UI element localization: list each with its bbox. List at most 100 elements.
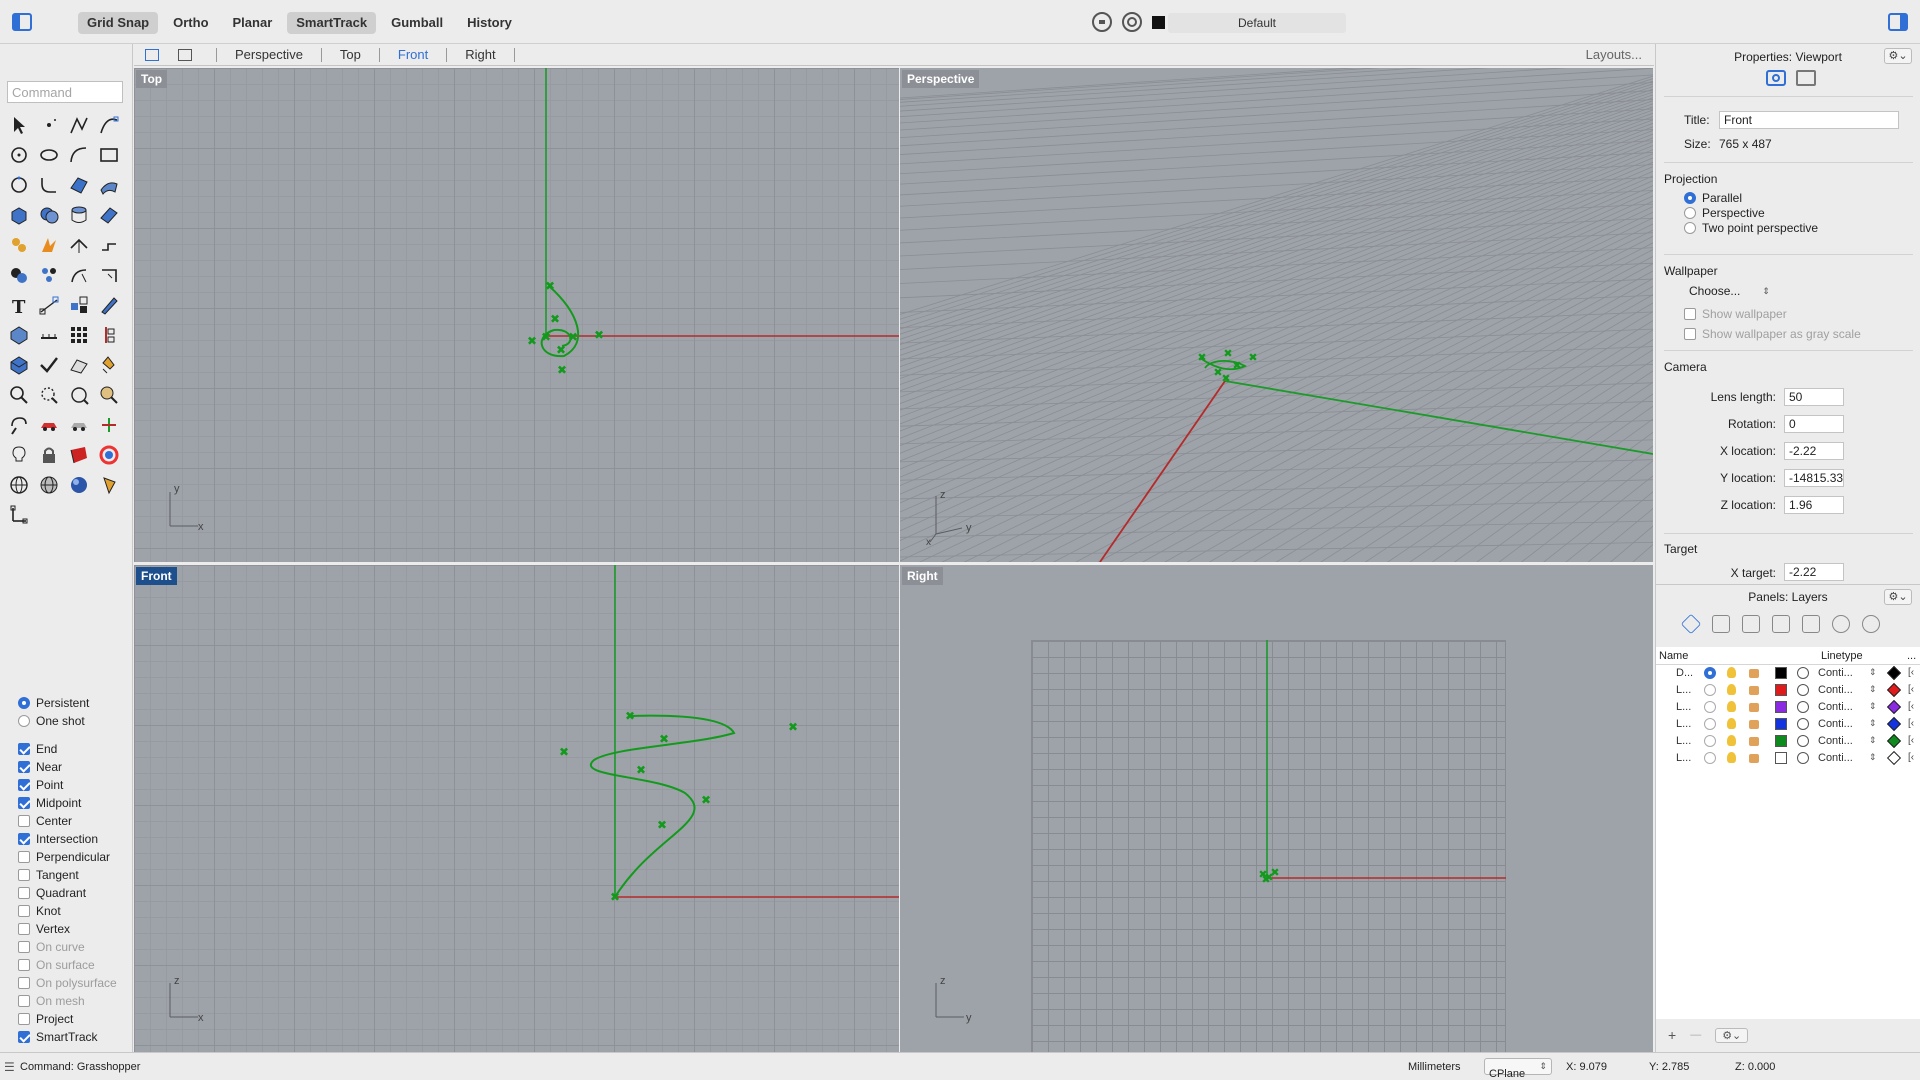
osnap-checkbox[interactable] <box>18 797 30 809</box>
ruler-icon[interactable] <box>34 320 64 350</box>
osnap-item-near[interactable]: Near <box>0 758 133 776</box>
lock-icon[interactable] <box>1749 754 1759 763</box>
osnap-item-on-polysurface[interactable]: On polysurface <box>0 974 133 992</box>
layer-color-swatch[interactable] <box>1152 15 1165 29</box>
layer-current-radio[interactable] <box>1704 735 1716 747</box>
surface-box-icon[interactable] <box>4 320 34 350</box>
sphere-grid-icon[interactable] <box>34 470 64 500</box>
osnap-item-center[interactable]: Center <box>0 812 133 830</box>
lock-icon[interactable] <box>1749 737 1759 746</box>
osnap-mode-radio[interactable] <box>18 697 30 709</box>
osnap-item-vertex[interactable]: Vertex <box>0 920 133 938</box>
osnap-checkbox[interactable] <box>18 743 30 755</box>
sphere-shaded-icon[interactable] <box>64 470 94 500</box>
offset-icon[interactable] <box>94 230 124 260</box>
mode-planar-button[interactable]: Planar <box>224 12 282 34</box>
lock-icon[interactable] <box>1749 703 1759 712</box>
osnap-checkbox[interactable] <box>18 977 30 989</box>
trim-icon[interactable] <box>94 260 124 290</box>
wallpaper-choose-select[interactable]: Choose... ⇕ <box>1689 284 1770 298</box>
print-color-diamond-icon[interactable] <box>1886 682 1902 698</box>
lock-icon[interactable] <box>34 440 64 470</box>
zoom-window-icon[interactable] <box>34 380 64 410</box>
print-color-diamond-icon[interactable] <box>1886 665 1902 681</box>
osnap-item-midpoint[interactable]: Midpoint <box>0 794 133 812</box>
lock-icon[interactable] <box>1749 686 1759 695</box>
light-bulb-icon[interactable] <box>1727 701 1736 712</box>
extrude-surface-icon[interactable] <box>94 200 124 230</box>
gumball-pin-icon[interactable] <box>1092 12 1112 32</box>
osnap-mode-one-shot[interactable]: One shot <box>0 712 133 730</box>
light-bulb-icon[interactable] <box>1727 718 1736 729</box>
mode-gumball-button[interactable]: Gumball <box>382 12 452 34</box>
split-curve-icon[interactable] <box>64 230 94 260</box>
layer-name[interactable]: L... <box>1676 701 1691 713</box>
projection-two-point-perspective[interactable]: Two point perspective <box>1684 221 1818 235</box>
gumball-small-icon[interactable] <box>94 410 124 440</box>
layer-color-swatch[interactable] <box>1775 752 1787 764</box>
display-tab-icon[interactable] <box>1802 615 1820 633</box>
osnap-item-on-surface[interactable]: On surface <box>0 956 133 974</box>
layer-row[interactable]: L... Conti... ⇕ [‹ <box>1656 716 1920 733</box>
pen-cone-icon[interactable] <box>94 470 124 500</box>
add-layer-button[interactable]: + <box>1668 1027 1676 1043</box>
car-alt-icon[interactable] <box>64 410 94 440</box>
osnap-item-perpendicular[interactable]: Perpendicular <box>0 848 133 866</box>
layers-gear-button[interactable]: ⚙⌄ <box>1884 589 1912 605</box>
osnap-checkbox[interactable] <box>18 887 30 899</box>
polycut-icon[interactable] <box>34 260 64 290</box>
osnap-mode-radio[interactable] <box>18 715 30 727</box>
osnap-checkbox[interactable] <box>18 761 30 773</box>
layer-name[interactable]: D... <box>1676 667 1693 679</box>
mode-ortho-button[interactable]: Ortho <box>164 12 217 34</box>
osnap-checkbox[interactable] <box>18 779 30 791</box>
car-icon[interactable] <box>34 410 64 440</box>
osnap-item-on-curve[interactable]: On curve <box>0 938 133 956</box>
layer-color-swatch[interactable] <box>1775 718 1787 730</box>
lock-icon[interactable] <box>1749 669 1759 678</box>
layer-current-radio[interactable] <box>1704 701 1716 713</box>
viewport-frame-icon[interactable] <box>1796 70 1816 86</box>
light-bulb-icon[interactable] <box>1727 667 1736 678</box>
camera-x-location-field[interactable]: -2.22 <box>1784 442 1844 460</box>
command-history-icon[interactable]: ☰ <box>4 1060 15 1074</box>
layer-color-swatch[interactable] <box>1775 701 1787 713</box>
box-icon[interactable] <box>4 200 34 230</box>
layer-row[interactable]: L... Conti... ⇕ [‹ <box>1656 750 1920 767</box>
curve-cp-icon[interactable] <box>94 110 124 140</box>
remove-layer-button[interactable]: — <box>1690 1029 1701 1041</box>
title-field[interactable]: Front <box>1719 111 1899 129</box>
projection-radio[interactable] <box>1684 222 1696 234</box>
transform-axis-icon[interactable] <box>94 320 124 350</box>
render-mat-icon[interactable] <box>64 440 94 470</box>
print-color-diamond-icon[interactable] <box>1886 699 1902 715</box>
zoom-selected-icon[interactable] <box>94 380 124 410</box>
osnap-checkbox[interactable] <box>18 995 30 1007</box>
select-arrow-icon[interactable] <box>4 110 34 140</box>
point-icon[interactable] <box>34 110 64 140</box>
print-color-diamond-icon[interactable] <box>1886 750 1902 766</box>
layer-current-radio[interactable] <box>1704 667 1716 679</box>
viewport-label-right[interactable]: Right <box>902 567 943 585</box>
color-wheel-icon[interactable] <box>94 440 124 470</box>
edit-pencil-icon[interactable] <box>94 290 124 320</box>
lock-icon[interactable] <box>1749 720 1759 729</box>
paint-icon[interactable] <box>94 350 124 380</box>
viewport-label-front[interactable]: Front <box>136 567 177 585</box>
osnap-item-on-mesh[interactable]: On mesh <box>0 992 133 1010</box>
circle-icon[interactable] <box>4 140 34 170</box>
fillet-icon[interactable] <box>64 260 94 290</box>
properties-gear-button[interactable]: ⚙⌄ <box>1884 48 1912 64</box>
top-viewport[interactable]: Top ✖ ✖ ✖ ✖ ✖ ✖ ✖ ✖ y x <box>134 68 899 562</box>
osnap-mode-persistent[interactable]: Persistent <box>0 694 133 712</box>
record-history-icon[interactable] <box>1122 12 1142 32</box>
projection-radio[interactable] <box>1684 207 1696 219</box>
osnap-checkbox[interactable] <box>18 851 30 863</box>
layer-current-radio[interactable] <box>1704 752 1716 764</box>
material-icon[interactable] <box>1797 718 1809 730</box>
sphere-wire-icon[interactable] <box>4 470 34 500</box>
layers-tab-icon[interactable] <box>1680 613 1702 635</box>
layer-color-swatch[interactable] <box>1775 684 1787 696</box>
layer-current-radio[interactable] <box>1704 684 1716 696</box>
left-panel-toggle-icon[interactable] <box>12 13 32 31</box>
